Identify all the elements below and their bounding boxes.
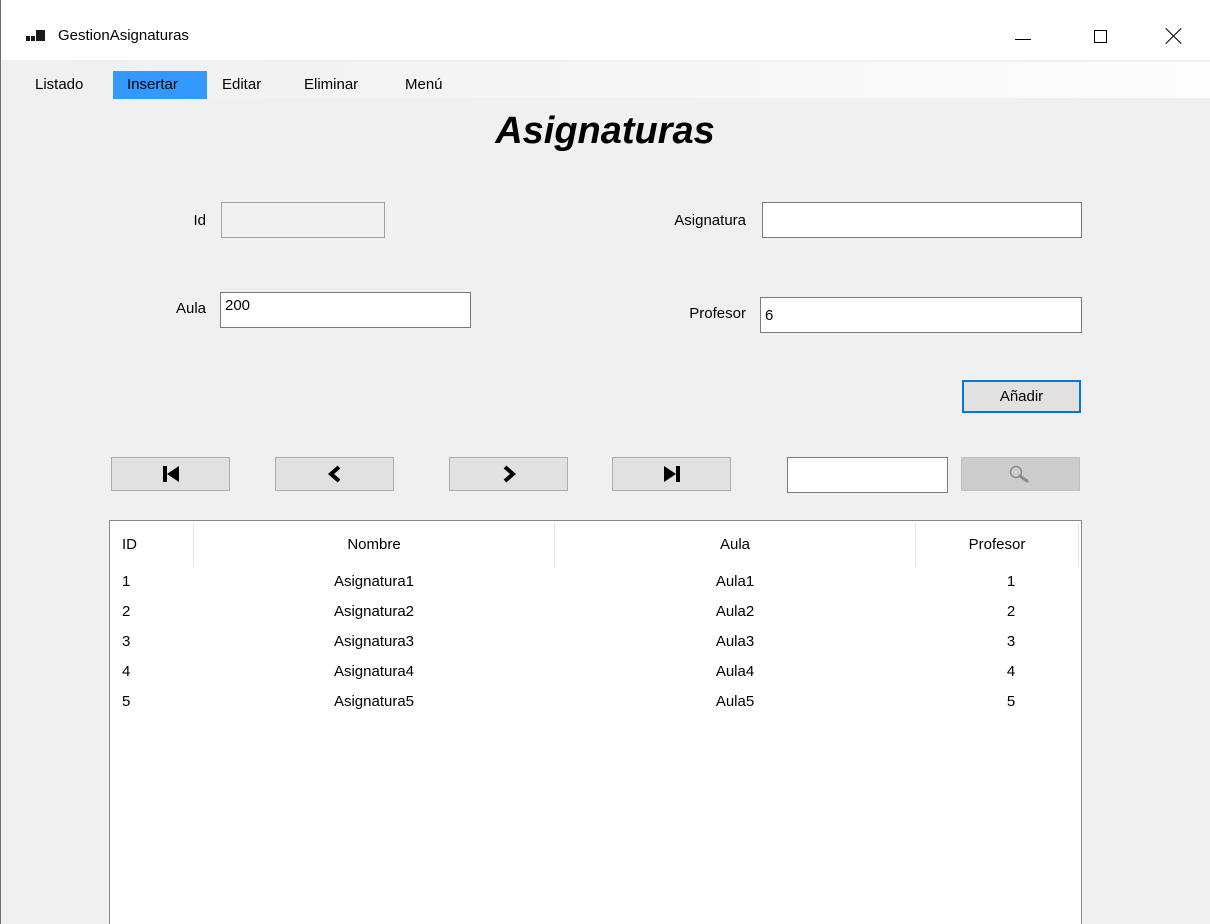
application-window: GestionAsignaturas Listado Insertar Edit… bbox=[0, 0, 1210, 924]
close-button[interactable] bbox=[1151, 15, 1197, 57]
cell-nombre: Asignatura5 bbox=[333, 693, 415, 710]
cell-id: 3 bbox=[122, 633, 131, 650]
previous-record-icon bbox=[327, 465, 340, 483]
cell-nombre: Asignatura4 bbox=[333, 663, 415, 680]
asignatura-label: Asignatura bbox=[674, 212, 746, 229]
profesor-field[interactable] bbox=[760, 297, 1082, 333]
cell-profesor: 4 bbox=[1006, 663, 1016, 680]
add-button-label: Añadir bbox=[999, 388, 1044, 405]
cell-id: 1 bbox=[122, 573, 131, 590]
cell-profesor: 5 bbox=[1006, 693, 1016, 710]
menu-item-insertar[interactable]: Insertar bbox=[113, 71, 207, 99]
close-icon bbox=[1166, 28, 1182, 44]
cell-profesor: 1 bbox=[1006, 573, 1016, 590]
table-row[interactable]: 4 Asignatura4 Aula4 4 bbox=[110, 657, 1081, 687]
add-button[interactable]: Añadir bbox=[962, 380, 1081, 413]
list-header: ID Nombre Aula Profesor bbox=[110, 521, 1081, 567]
title-bar[interactable]: GestionAsignaturas bbox=[0, 0, 1210, 60]
next-record-button[interactable] bbox=[449, 457, 568, 491]
table-row[interactable]: 1 Asignatura1 Aula1 1 bbox=[110, 567, 1081, 597]
menu-item-editar[interactable]: Editar bbox=[214, 71, 269, 99]
id-label: Id bbox=[193, 212, 206, 229]
cell-id: 4 bbox=[122, 663, 131, 680]
window-title: GestionAsignaturas bbox=[58, 27, 189, 44]
cell-aula: Aula5 bbox=[715, 693, 755, 710]
aula-label: Aula bbox=[175, 300, 206, 317]
maximize-icon bbox=[1093, 29, 1107, 43]
menu-item-eliminar[interactable]: Eliminar bbox=[296, 71, 366, 99]
last-record-button[interactable] bbox=[612, 457, 731, 491]
app-icon bbox=[26, 28, 46, 44]
column-header-id[interactable]: ID bbox=[122, 521, 192, 567]
menu-bar: Listado Insertar Editar Eliminar Menú bbox=[0, 62, 1210, 99]
previous-record-button[interactable] bbox=[275, 457, 394, 491]
column-divider bbox=[1078, 523, 1079, 567]
last-record-icon bbox=[663, 466, 680, 482]
cell-aula: Aula2 bbox=[715, 603, 755, 620]
cell-nombre: Asignatura1 bbox=[333, 573, 415, 590]
table-row[interactable]: 3 Asignatura3 Aula3 3 bbox=[110, 627, 1081, 657]
id-field[interactable] bbox=[221, 202, 385, 238]
cell-nombre: Asignatura2 bbox=[333, 603, 415, 620]
minimize-icon bbox=[1015, 38, 1031, 40]
page-title: Asignaturas bbox=[495, 110, 715, 152]
column-header-profesor[interactable]: Profesor bbox=[916, 521, 1078, 567]
cell-aula: Aula4 bbox=[715, 663, 755, 680]
cell-id: 2 bbox=[122, 603, 131, 620]
maximize-button[interactable] bbox=[1077, 15, 1123, 57]
magnifier-icon bbox=[1009, 465, 1028, 483]
minimize-button[interactable] bbox=[1000, 15, 1046, 57]
cell-profesor: 2 bbox=[1006, 603, 1016, 620]
aula-field[interactable] bbox=[220, 292, 471, 328]
asignatura-field[interactable] bbox=[762, 202, 1082, 238]
asignaturas-list[interactable]: ID Nombre Aula Profesor 1 Asignatura1 Au… bbox=[109, 520, 1082, 924]
table-row[interactable]: 5 Asignatura5 Aula5 5 bbox=[110, 687, 1081, 717]
next-record-icon bbox=[503, 465, 516, 483]
cell-nombre: Asignatura3 bbox=[333, 633, 415, 650]
cell-id: 5 bbox=[122, 693, 131, 710]
search-input[interactable] bbox=[787, 457, 948, 493]
first-record-button[interactable] bbox=[111, 457, 230, 491]
cell-profesor: 3 bbox=[1006, 633, 1016, 650]
cell-aula: Aula3 bbox=[715, 633, 755, 650]
cell-aula: Aula1 bbox=[715, 573, 755, 590]
menu-item-listado[interactable]: Listado bbox=[27, 71, 91, 99]
column-header-nombre[interactable]: Nombre bbox=[194, 521, 554, 567]
table-row[interactable]: 2 Asignatura2 Aula2 2 bbox=[110, 597, 1081, 627]
column-header-aula[interactable]: Aula bbox=[555, 521, 915, 567]
menu-item-menu[interactable]: Menú bbox=[397, 71, 451, 99]
profesor-label: Profesor bbox=[689, 305, 746, 322]
search-button[interactable] bbox=[961, 457, 1080, 491]
first-record-icon bbox=[162, 466, 179, 482]
